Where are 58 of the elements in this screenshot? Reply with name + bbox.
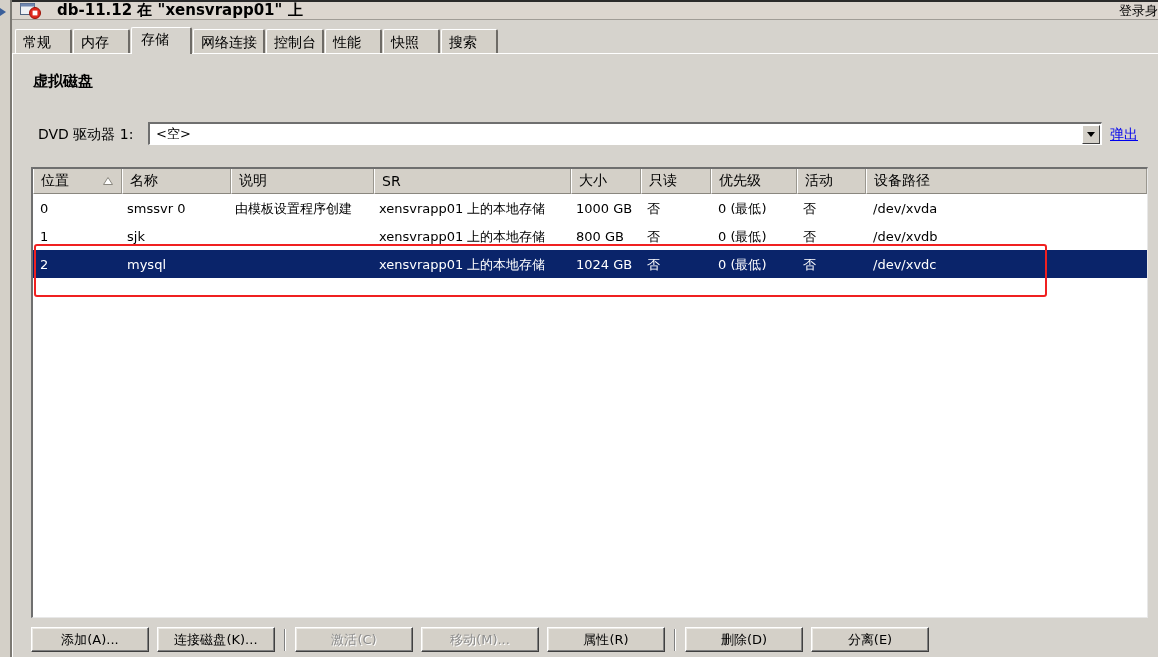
storage-repository-name: xensvrapp01 上的本地存储	[379, 200, 546, 216]
eject-link[interactable]: 弹出	[1110, 124, 1138, 143]
table-row[interactable]: 2 mysql xensvrapp01 上的本地存储 1024 GB 否 0 (最低) 否 /dev/xvdc	[33, 250, 1147, 278]
device-path: /dev/xvda	[873, 200, 938, 216]
tab[interactable]: 快照	[383, 29, 440, 53]
action-button[interactable]: 连接磁盘(K)...	[157, 627, 275, 652]
tab[interactable]: 网络连接	[193, 29, 265, 53]
storage-repository-name: xensvrapp01 上的本地存储	[379, 256, 546, 272]
action-button[interactable]: 属性(R)	[547, 627, 665, 652]
action-button[interactable]: 添加(A)...	[31, 627, 149, 652]
device-path: /dev/xvdb	[873, 228, 938, 244]
active-value: 否	[803, 228, 816, 244]
column-header[interactable]: 只读	[641, 169, 711, 194]
dvd-drive-label: DVD 驱动器 1:	[38, 124, 135, 143]
active-value: 否	[803, 256, 816, 272]
column-header[interactable]: 名称	[122, 169, 231, 194]
position-number: 1	[40, 228, 49, 244]
column-header[interactable]: 设备路径	[866, 169, 1147, 194]
column-header[interactable]: SR	[374, 169, 571, 194]
disk-name: mysql	[127, 256, 166, 272]
tab[interactable]: 内存	[73, 29, 130, 53]
disk-size: 800 GB	[576, 228, 624, 244]
position-number: 2	[40, 256, 49, 272]
priority-value: 0 (最低)	[718, 228, 767, 244]
dvd-drive-select[interactable]: <空>	[148, 122, 1102, 145]
read-only-value: 否	[647, 256, 660, 272]
disk-size: 1024 GB	[576, 256, 633, 272]
vm-window-icon	[20, 2, 42, 19]
column-header[interactable]: 活动	[797, 169, 866, 194]
position-number: 0	[40, 200, 49, 216]
tab[interactable]: 性能	[325, 29, 382, 53]
disk-name: smssvr 0	[127, 200, 186, 216]
caret-down-icon	[1087, 131, 1095, 137]
account-label: 登录身	[1119, 2, 1158, 19]
action-button[interactable]: 删除(D)	[685, 627, 803, 652]
arrow-right-icon	[0, 8, 6, 16]
window-title: db-11.12 在 "xensvrapp01" 上	[57, 2, 303, 19]
read-only-value: 否	[647, 200, 660, 216]
disk-name: sjk	[127, 228, 145, 244]
storage-repository-name: xensvrapp01 上的本地存储	[379, 228, 546, 244]
tab[interactable]: 存储	[131, 27, 192, 54]
tab[interactable]: 控制台	[266, 29, 324, 53]
priority-value: 0 (最低)	[718, 200, 767, 216]
column-header[interactable]: 说明	[231, 169, 374, 194]
section-title: 虚拟磁盘	[33, 71, 93, 91]
column-header[interactable]: 优先级	[711, 169, 797, 194]
column-header[interactable]: 大小	[571, 169, 641, 194]
column-header[interactable]: 位置	[33, 169, 122, 194]
priority-value: 0 (最低)	[718, 256, 767, 272]
device-path: /dev/xvdc	[873, 256, 937, 272]
action-button[interactable]: 分离(E)	[811, 627, 929, 652]
tab[interactable]: 搜索	[441, 29, 498, 53]
tab[interactable]: 常规	[15, 29, 72, 53]
disk-description: 由模板设置程序创建	[235, 200, 352, 216]
read-only-value: 否	[647, 228, 660, 244]
dropdown-button[interactable]	[1082, 124, 1100, 144]
active-value: 否	[803, 200, 816, 216]
disk-size: 1000 GB	[576, 200, 633, 216]
